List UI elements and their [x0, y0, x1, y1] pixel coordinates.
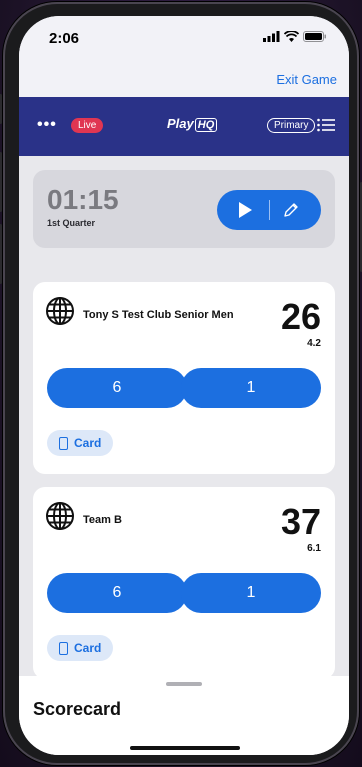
header-bar: Exit Game [19, 64, 349, 97]
pencil-icon[interactable] [283, 202, 299, 218]
card-label: Card [74, 436, 102, 450]
team-name: Team B [83, 514, 122, 526]
quarter-label: 1st Quarter [47, 218, 96, 228]
clock-card: 01:15 1st Quarter [33, 170, 335, 248]
behind-button[interactable]: 1 [181, 573, 321, 613]
globe-icon [46, 502, 74, 530]
clock-controls [217, 190, 321, 230]
phone-frame: 2:06 Exit Game ••• Live Play HQ Primary 0 [0, 2, 362, 765]
primary-mode-badge[interactable]: Primary [267, 118, 316, 133]
team-score: 26 [280, 296, 321, 337]
control-divider [269, 200, 270, 220]
live-badge: Live [71, 118, 104, 133]
team-sub-score: 4.2 [307, 338, 321, 349]
team-card-2: Team B 37 6.1 6 1 Card [33, 487, 335, 679]
status-time: 2:06 [49, 30, 80, 47]
goal-button[interactable]: 6 [47, 368, 187, 408]
scorecard-title: Scorecard [33, 699, 122, 719]
goal-button[interactable]: 6 [47, 573, 187, 613]
game-nav-bar: ••• Live Play HQ Primary [19, 97, 349, 156]
card-button[interactable]: Card [47, 635, 114, 661]
status-icons [263, 31, 327, 42]
home-indicator[interactable] [130, 746, 240, 750]
team-score: 37 [280, 501, 321, 542]
volume-down-button [0, 224, 2, 284]
sheet-drag-handle[interactable] [166, 682, 202, 686]
card-button[interactable]: Card [47, 430, 114, 456]
status-bar: 2:06 [19, 16, 349, 64]
wifi-icon [284, 31, 299, 42]
logo-badge: HQ [194, 118, 218, 132]
team-name: Tony S Test Club Senior Men [83, 309, 234, 321]
exit-game-button[interactable]: Exit Game [276, 72, 337, 87]
globe-icon [46, 297, 74, 325]
behind-button[interactable]: 1 [181, 368, 321, 408]
logo-text: Play [167, 116, 194, 131]
game-content: 01:15 1st Quarter Tony S Test Club Senio… [19, 156, 349, 679]
screen: 2:06 Exit Game ••• Live Play HQ Primary 0 [19, 16, 349, 755]
team-sub-score: 6.1 [307, 543, 321, 554]
playhq-logo: Play HQ [167, 116, 218, 132]
mute-switch [0, 94, 2, 124]
more-dots-icon[interactable]: ••• [37, 116, 57, 134]
signal-icon [263, 31, 280, 42]
card-icon [59, 641, 68, 655]
play-icon[interactable] [237, 201, 253, 219]
volume-up-button [0, 152, 2, 212]
card-label: Card [74, 641, 102, 655]
card-icon [59, 436, 68, 450]
list-menu-icon[interactable] [317, 118, 335, 132]
game-clock: 01:15 [47, 184, 119, 215]
team-card-1: Tony S Test Club Senior Men 26 4.2 6 1 C… [33, 282, 335, 474]
battery-icon [303, 31, 326, 42]
scorecard-sheet[interactable]: Scorecard [19, 676, 349, 755]
